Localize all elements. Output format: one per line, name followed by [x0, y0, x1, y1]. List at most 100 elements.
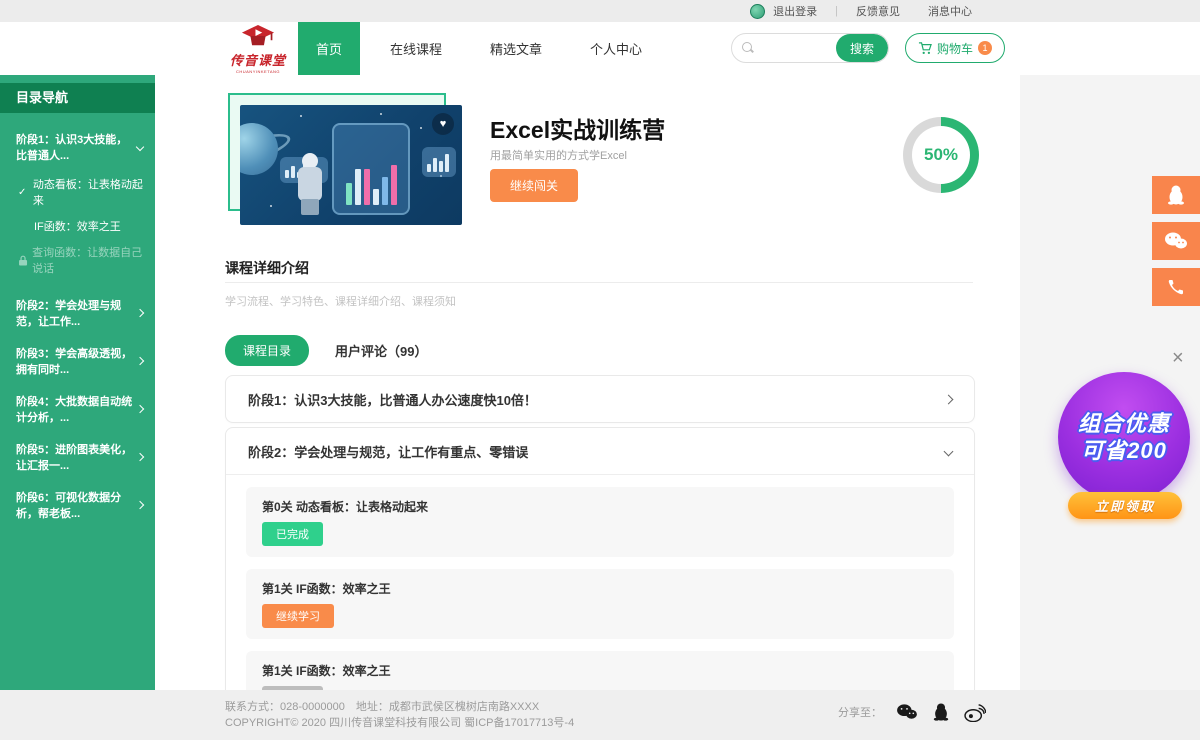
- promo-close-icon[interactable]: ×: [1172, 348, 1184, 368]
- search-button[interactable]: 搜索: [836, 34, 888, 62]
- wechat-share-icon[interactable]: [896, 703, 918, 721]
- sidebar-lesson-label: 动态看板：让表格动起来: [33, 176, 143, 208]
- promo-line-2: 可省200: [1081, 437, 1167, 465]
- logo-subtitle: CHUANYINKETANG: [218, 69, 298, 74]
- sidebar-stage-2[interactable]: 阶段2：学会处理与规范，让工作...: [0, 289, 155, 337]
- nav-home[interactable]: 首页: [298, 22, 360, 75]
- sidebar-stage-4-label: 阶段4：大批数据自动统计分析，...: [16, 393, 137, 425]
- search-input[interactable]: [760, 34, 836, 62]
- course-subtitle: 用最简单实用的方式学Excel: [490, 147, 627, 163]
- bottom-strip: [0, 740, 1200, 747]
- weibo-share-icon[interactable]: [964, 703, 986, 722]
- sidebar-lesson-lookup[interactable]: 查询函数：让数据自己说话: [0, 239, 155, 281]
- course-tabs: 课程目录 用户评论（99）: [225, 335, 427, 366]
- nav-online-courses[interactable]: 在线课程: [372, 22, 460, 75]
- message-center-link[interactable]: 消息中心: [928, 3, 972, 19]
- progress-ring: 50%: [903, 117, 979, 193]
- accordion-stage-2-header[interactable]: 阶段2：学会处理与规范，让工作有重点、零错误: [226, 428, 974, 474]
- sidebar-stage-1[interactable]: 阶段1：认识3大技能，比普通人...: [0, 123, 155, 171]
- accordion-stage-2-title: 阶段2：学会处理与规范，让工作有重点、零错误: [248, 442, 528, 461]
- nav-personal-center[interactable]: 个人中心: [572, 22, 660, 75]
- sidebar-stage-6[interactable]: 阶段6：可视化数据分析，帮老板...: [0, 481, 155, 529]
- sidebar-stage-4[interactable]: 阶段4：大批数据自动统计分析，...: [0, 385, 155, 433]
- lock-icon: [18, 255, 28, 266]
- progress-value: 50%: [912, 126, 970, 184]
- divider: [226, 474, 974, 475]
- lesson-title: 第0关 动态看板：让表格动起来: [262, 498, 938, 515]
- qq-contact-button[interactable]: [1152, 176, 1200, 214]
- main-nav: 首页 在线课程 精选文章 个人中心: [298, 22, 660, 75]
- detail-summary: 学习流程、学习特色、课程详细介绍、课程须知: [225, 293, 456, 309]
- qq-icon: [1166, 184, 1186, 206]
- header: 传音课堂 CHUANYINKETANG 首页 在线课程 精选文章 个人中心 搜索…: [0, 22, 1200, 75]
- chevron-right-icon: [136, 405, 144, 413]
- sidebar-lesson-label: 查询函数：让数据自己说话: [32, 244, 143, 276]
- tab-course-catalog[interactable]: 课程目录: [225, 335, 309, 366]
- share-label: 分享至：: [838, 704, 882, 720]
- site-logo[interactable]: 传音课堂 CHUANYINKETANG: [218, 25, 298, 74]
- wechat-icon: [1164, 231, 1188, 251]
- main-content: ♥ Excel实战训练营 用最简单实用的方式学Excel 继续闯关 50% 课程…: [155, 75, 1020, 690]
- graduation-cap-icon: [241, 25, 275, 47]
- footer-contact: 联系方式：028-0000000 地址：成都市武侯区槐树店南路XXXX: [225, 698, 539, 714]
- sidebar-stage-3[interactable]: 阶段3：学会高级透视，拥有同时...: [0, 337, 155, 385]
- course-title: Excel实战训练营: [490, 111, 665, 145]
- sidebar-lesson-if[interactable]: IF函数：效率之王: [0, 213, 155, 239]
- top-utility-bar: 退出登录 | 反馈意见 消息中心: [0, 0, 1200, 22]
- chevron-right-icon: [136, 453, 144, 461]
- promo-badge[interactable]: 组合优惠 可省200: [1058, 372, 1190, 502]
- sidebar-stage-1-label: 阶段1：认识3大技能，比普通人...: [16, 131, 137, 163]
- promo-claim-button[interactable]: 立即领取: [1068, 492, 1182, 519]
- chevron-down-icon: [944, 446, 954, 456]
- lesson-row-1[interactable]: 第1关 IF函数：效率之王 继续学习: [246, 569, 954, 639]
- wechat-contact-button[interactable]: [1152, 222, 1200, 260]
- search-box: 搜索: [731, 33, 889, 63]
- footer: 联系方式：028-0000000 地址：成都市武侯区槐树店南路XXXX COPY…: [0, 690, 1200, 740]
- dashboard-screen: [332, 123, 410, 215]
- sidebar-stage-2-label: 阶段2：学会处理与规范，让工作...: [16, 297, 137, 329]
- sidebar-stage-5-label: 阶段5：进阶图表美化，让汇报一...: [16, 441, 137, 473]
- favorite-heart-icon[interactable]: ♥: [432, 113, 454, 135]
- sidebar-title: 目录导航: [0, 83, 155, 113]
- chevron-down-icon: [136, 143, 144, 151]
- lesson-status-badge[interactable]: 已完成: [262, 522, 323, 546]
- cart-label: 购物车: [937, 40, 973, 57]
- divider: [225, 282, 973, 283]
- sidebar-stage-5[interactable]: 阶段5：进阶图表美化，让汇报一...: [0, 433, 155, 481]
- catalog-sidebar: 目录导航 阶段1：认识3大技能，比普通人... ✓ 动态看板：让表格动起来 IF…: [0, 75, 155, 690]
- planet: [240, 123, 278, 175]
- continue-button[interactable]: 继续闯关: [490, 169, 578, 202]
- qq-share-icon[interactable]: [932, 702, 950, 722]
- logout-link[interactable]: 退出登录: [773, 3, 817, 19]
- topbar-divider: |: [835, 5, 838, 17]
- lesson-title: 第1关 IF函数：效率之王: [262, 580, 938, 597]
- lesson-row-0[interactable]: 第0关 动态看板：让表格动起来 已完成: [246, 487, 954, 557]
- check-icon: ✓: [18, 187, 29, 198]
- tab-user-comments[interactable]: 用户评论（99）: [335, 341, 427, 360]
- cart-count-badge: 1: [978, 41, 992, 55]
- footer-share: 分享至：: [838, 702, 986, 722]
- detail-heading: 课程详细介绍: [225, 258, 309, 278]
- sidebar-stage-3-label: 阶段3：学会高级透视，拥有同时...: [16, 345, 137, 377]
- sidebar-lesson-dashboard[interactable]: ✓ 动态看板：让表格动起来: [0, 171, 155, 213]
- course-banner-image[interactable]: ♥: [240, 105, 462, 225]
- lesson-title: 第1关 IF函数：效率之王: [262, 662, 938, 679]
- accordion-stage-1-title: 阶段1：认识3大技能，比普通人办公速度快10倍！: [248, 390, 537, 409]
- page: 退出登录 | 反馈意见 消息中心 传音课堂 CHUANYINKETANG 首页 …: [0, 0, 1200, 747]
- logo-title: 传音课堂: [218, 50, 298, 69]
- nav-featured-articles[interactable]: 精选文章: [472, 22, 560, 75]
- sidebar-stage-6-label: 阶段6：可视化数据分析，帮老板...: [16, 489, 137, 521]
- phone-contact-button[interactable]: [1152, 268, 1200, 306]
- user-avatar[interactable]: [750, 4, 765, 19]
- phone-icon: [1167, 278, 1185, 296]
- lesson-status-badge[interactable]: 继续学习: [262, 604, 334, 628]
- chart-panel-right: [422, 147, 456, 177]
- footer-copyright: COPYRIGHT© 2020 四川传音课堂科技有限公司 蜀ICP备170177…: [225, 714, 574, 730]
- cart-icon: [918, 42, 932, 55]
- cart-button[interactable]: 购物车 1: [905, 33, 1005, 63]
- sidebar-lesson-label: IF函数：效率之王: [34, 218, 121, 234]
- chevron-right-icon: [136, 309, 144, 317]
- search-icon: [742, 42, 754, 54]
- feedback-link[interactable]: 反馈意见: [856, 3, 900, 19]
- accordion-stage-1[interactable]: 阶段1：认识3大技能，比普通人办公速度快10倍！: [225, 375, 975, 423]
